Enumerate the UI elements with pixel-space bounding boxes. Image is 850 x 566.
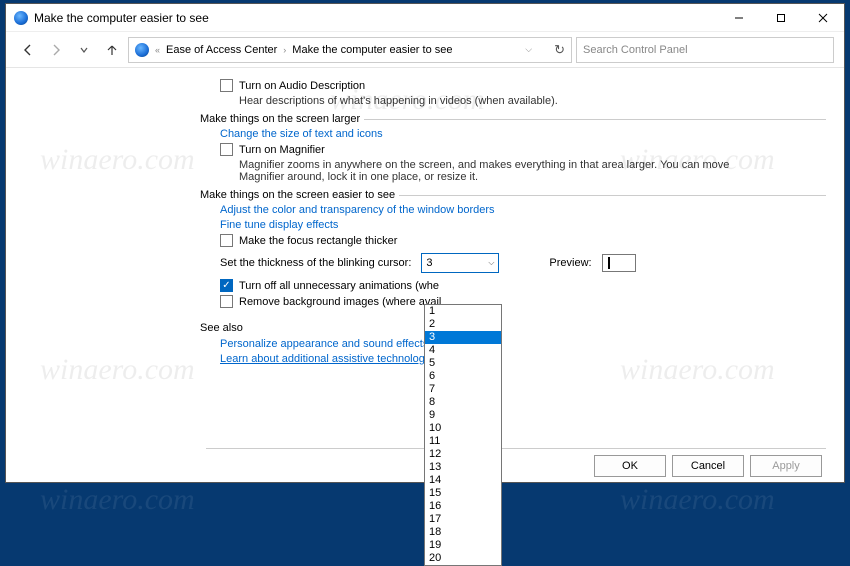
cursor-preview — [602, 254, 636, 272]
link-assistive-tech[interactable]: Learn about additional assistive technol… — [220, 353, 826, 365]
dropdown-option[interactable]: 13 — [425, 461, 501, 474]
refresh-icon[interactable]: ↻ — [554, 42, 565, 58]
link-fine-tune[interactable]: Fine tune display effects — [220, 219, 826, 231]
chevron-right-icon: › — [283, 45, 286, 55]
dialog-buttons: OK Cancel Apply — [206, 448, 826, 482]
animations-checkbox[interactable]: ✓ — [220, 279, 233, 292]
audio-description-checkbox[interactable] — [220, 79, 233, 92]
dropdown-option[interactable]: 19 — [425, 539, 501, 552]
focus-rectangle-checkbox[interactable] — [220, 234, 233, 247]
link-personalize[interactable]: Personalize appearance and sound effects — [220, 338, 826, 350]
search-input[interactable]: Search Control Panel — [576, 37, 834, 63]
address-bar[interactable]: « Ease of Access Center › Make the compu… — [128, 37, 572, 63]
background-images-checkbox[interactable] — [220, 295, 233, 308]
apply-button[interactable]: Apply — [750, 455, 822, 477]
dropdown-option[interactable]: 2 — [425, 318, 501, 331]
minimize-button[interactable] — [718, 4, 760, 32]
search-placeholder: Search Control Panel — [583, 44, 688, 56]
background-images-label: Remove background images (where avail — [239, 296, 441, 308]
control-panel-icon — [14, 11, 28, 25]
cancel-button[interactable]: Cancel — [672, 455, 744, 477]
preview-label: Preview: — [549, 257, 591, 269]
audio-description-desc: Hear descriptions of what's happening in… — [239, 95, 759, 107]
cursor-caret — [608, 257, 610, 269]
dropdown-option[interactable]: 12 — [425, 448, 501, 461]
link-window-borders[interactable]: Adjust the color and transparency of the… — [220, 204, 826, 216]
link-change-text-size[interactable]: Change the size of text and icons — [220, 128, 826, 140]
magnifier-desc: Magnifier zooms in anywhere on the scree… — [239, 159, 759, 183]
titlebar: Make the computer easier to see — [6, 4, 844, 32]
dropdown-option[interactable]: 1 — [425, 305, 501, 318]
dropdown-option[interactable]: 17 — [425, 513, 501, 526]
dropdown-option[interactable]: 14 — [425, 474, 501, 487]
window-controls — [718, 4, 844, 32]
dropdown-option[interactable]: 11 — [425, 435, 501, 448]
dropdown-option[interactable]: 10 — [425, 422, 501, 435]
maximize-button[interactable] — [760, 4, 802, 32]
breadcrumb-sep: « — [155, 45, 160, 55]
nav-toolbar: « Ease of Access Center › Make the compu… — [6, 32, 844, 68]
window-title: Make the computer easier to see — [34, 11, 718, 25]
audio-description-label: Turn on Audio Description — [239, 80, 365, 92]
cursor-thickness-row: Set the thickness of the blinking cursor… — [220, 253, 826, 273]
animations-label: Turn off all unnecessary animations (whe — [239, 280, 439, 292]
see-also-heading: See also — [200, 322, 826, 334]
chevron-down-icon[interactable]: ⌵ — [525, 44, 532, 55]
dropdown-option[interactable]: 7 — [425, 383, 501, 396]
dropdown-option[interactable]: 3 — [425, 331, 501, 344]
section-easier: Make things on the screen easier to see — [200, 189, 826, 201]
cursor-thickness-value: 3 — [426, 257, 432, 269]
section-easier-title: Make things on the screen easier to see — [200, 189, 399, 201]
close-button[interactable] — [802, 4, 844, 32]
focus-rectangle-label: Make the focus rectangle thicker — [239, 235, 397, 247]
chevron-down-icon: ⌵ — [488, 258, 494, 268]
back-button[interactable] — [16, 38, 40, 62]
dropdown-option[interactable]: 18 — [425, 526, 501, 539]
dropdown-option[interactable]: 6 — [425, 370, 501, 383]
dropdown-option[interactable]: 16 — [425, 500, 501, 513]
dropdown-option[interactable]: 20 — [425, 552, 501, 565]
dropdown-option[interactable]: 15 — [425, 487, 501, 500]
watermark: winaero.com — [40, 483, 195, 517]
dropdown-option[interactable]: 9 — [425, 409, 501, 422]
ok-button[interactable]: OK — [594, 455, 666, 477]
recent-dropdown[interactable] — [72, 38, 96, 62]
location-icon — [135, 43, 149, 57]
section-larger: Make things on the screen larger — [200, 113, 826, 125]
dropdown-option[interactable]: 8 — [425, 396, 501, 409]
control-panel-window: Make the computer easier to see « Ease o… — [5, 3, 845, 483]
cursor-thickness-label: Set the thickness of the blinking cursor… — [220, 257, 411, 269]
dropdown-option[interactable]: 4 — [425, 344, 501, 357]
cursor-thickness-combobox[interactable]: 3 ⌵ — [421, 253, 499, 273]
magnifier-label: Turn on Magnifier — [239, 144, 325, 156]
watermark: winaero.com — [620, 483, 775, 517]
up-button[interactable] — [100, 38, 124, 62]
section-larger-title: Make things on the screen larger — [200, 113, 364, 125]
forward-button[interactable] — [44, 38, 68, 62]
breadcrumb-parent[interactable]: Ease of Access Center — [166, 44, 277, 56]
magnifier-checkbox[interactable] — [220, 143, 233, 156]
dropdown-option[interactable]: 5 — [425, 357, 501, 370]
breadcrumb-current[interactable]: Make the computer easier to see — [292, 44, 452, 56]
